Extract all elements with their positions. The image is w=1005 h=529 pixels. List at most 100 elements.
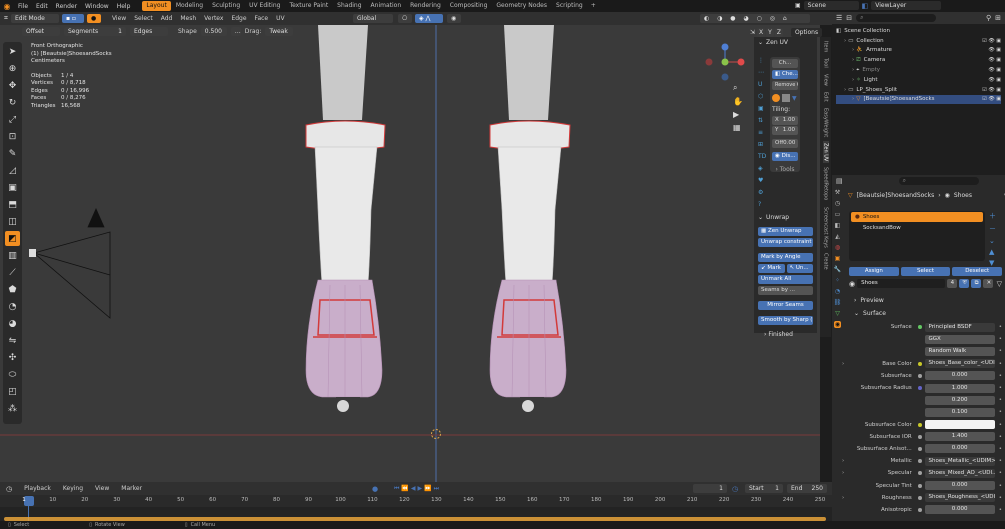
- property-value[interactable]: 0.200: [924, 395, 995, 405]
- material-users-count[interactable]: 4: [946, 279, 957, 288]
- physics-tab-icon[interactable]: ◔: [835, 288, 840, 295]
- expand-chevron-icon[interactable]: ›: [852, 57, 854, 63]
- animate-property-icon[interactable]: •: [999, 409, 1002, 415]
- animate-property-icon[interactable]: •: [999, 324, 1002, 330]
- socket-dot-icon[interactable]: [918, 410, 922, 414]
- socket-dot-icon[interactable]: [918, 398, 922, 402]
- poly-build-icon[interactable]: ⬟: [5, 282, 20, 297]
- animate-property-icon[interactable]: •: [999, 385, 1002, 391]
- play-icon[interactable]: ▶: [418, 485, 423, 492]
- zen-checker-icon[interactable]: ◈: [758, 165, 766, 172]
- animate-property-icon[interactable]: •: [999, 495, 1002, 501]
- smooth-icon[interactable]: ◕: [5, 316, 20, 331]
- visibility-icons[interactable]: 👁 ▣: [988, 47, 1001, 53]
- animate-property-icon[interactable]: •: [999, 397, 1002, 403]
- menu-render[interactable]: Render: [52, 3, 81, 10]
- expand-chevron-icon[interactable]: ›: [852, 96, 854, 102]
- seams-by-dropdown[interactable]: Seams by ...: [758, 286, 813, 295]
- editor-type-icon[interactable]: ⌗: [4, 14, 8, 23]
- jump-keyframe-forward-icon[interactable]: ⏩: [424, 485, 431, 492]
- zen-heart-icon[interactable]: ♥: [758, 177, 766, 184]
- zen-seam-icon[interactable]: ⋯: [758, 69, 766, 76]
- expand-chevron-icon[interactable]: ›: [852, 47, 854, 53]
- extrude-icon[interactable]: ⬒: [5, 197, 20, 212]
- socket-dot-icon[interactable]: [917, 495, 922, 500]
- select-mode-buttons[interactable]: ▪ ▫: [61, 14, 84, 23]
- mirror-seams-button[interactable]: Mirror Seams: [758, 301, 813, 310]
- socket-dot-icon[interactable]: [917, 361, 922, 366]
- viewport-menu-uv[interactable]: UV: [272, 15, 289, 22]
- workspace-tab-geometry-nodes[interactable]: Geometry Nodes: [492, 1, 551, 11]
- extra-tool-icon[interactable]: ⁂: [5, 401, 20, 416]
- edges-selector[interactable]: Edges: [130, 27, 168, 36]
- zen-align-icon[interactable]: ⇅: [758, 117, 766, 124]
- zen-help-icon[interactable]: ?: [758, 201, 766, 208]
- timeline-menu-view[interactable]: View: [91, 485, 113, 492]
- offset-selector[interactable]: Offset: [22, 27, 60, 36]
- tiling-x-field[interactable]: X 1.00: [772, 116, 798, 125]
- shrink-fatten-icon[interactable]: ✣: [5, 350, 20, 365]
- material-name-field[interactable]: Shoes: [857, 279, 945, 288]
- animate-property-icon[interactable]: •: [999, 434, 1002, 440]
- move-slot-down-icon[interactable]: ▼: [989, 259, 996, 267]
- workspace-tab-sculpting[interactable]: Sculpting: [208, 1, 244, 11]
- animate-property-icon[interactable]: •: [999, 507, 1002, 513]
- animate-property-icon[interactable]: •: [999, 336, 1002, 342]
- record-icon[interactable]: ●: [372, 485, 378, 493]
- property-value[interactable]: Shoes_Mixed_AO_<UDI...: [924, 468, 995, 478]
- mode-selector[interactable]: Edit Mode: [10, 14, 59, 23]
- unwrap-section-header[interactable]: ⌄ Unwrap: [758, 214, 789, 221]
- checker-grid-icon[interactable]: [782, 94, 790, 102]
- drag-selector[interactable]: Tweak: [265, 27, 294, 36]
- end-frame-field[interactable]: End 250: [787, 484, 827, 493]
- move-icon[interactable]: ✥: [5, 78, 20, 93]
- property-value[interactable]: Shoes_Roughness_<UDI...: [924, 493, 995, 503]
- properties-editor-icon[interactable]: ▤: [836, 177, 843, 185]
- cursor-select-icon[interactable]: ➤: [5, 44, 20, 59]
- surface-section-header[interactable]: ⌄ Surface: [854, 310, 886, 317]
- timeline-menu-playback[interactable]: Playback: [20, 485, 55, 492]
- spin-icon[interactable]: ◔: [5, 299, 20, 314]
- material-tab-icon[interactable]: ◉: [833, 321, 842, 328]
- zen-stack-icon[interactable]: ≡: [758, 129, 766, 136]
- socket-dot-icon[interactable]: [917, 459, 922, 464]
- current-frame-field[interactable]: 1: [693, 484, 727, 493]
- clock-icon[interactable]: ◷: [732, 485, 738, 493]
- orientation-selector[interactable]: Global: [353, 14, 393, 23]
- unwrap-constraint-button[interactable]: Unwrap constraint: [758, 238, 813, 247]
- remove-slot-icon[interactable]: －: [989, 224, 996, 234]
- expand-chevron-icon[interactable]: ›: [844, 38, 846, 44]
- property-value[interactable]: 0.000: [924, 444, 995, 454]
- property-value[interactable]: Shoes_Base_color_<UDI...: [924, 359, 995, 369]
- n-panel-tab-easyweight[interactable]: EasyWeight: [823, 106, 829, 139]
- scene-selector[interactable]: Scene: [803, 1, 859, 10]
- checker-button[interactable]: Ch...: [772, 59, 798, 68]
- add-slot-icon[interactable]: ＋: [989, 211, 996, 221]
- zen-mark-icon[interactable]: ⋮: [758, 57, 766, 64]
- socket-dot-icon[interactable]: [917, 422, 922, 427]
- animate-property-icon[interactable]: •: [999, 446, 1002, 452]
- workspace-tab-layout[interactable]: Layout: [142, 1, 171, 11]
- socket-dot-icon[interactable]: [917, 325, 922, 330]
- select-button[interactable]: Select: [900, 267, 951, 276]
- timeline-menu-keying[interactable]: Keying: [59, 485, 87, 492]
- outliner-row[interactable]: › ▭ Collection ☑ 👁 ▣: [836, 36, 1001, 46]
- tools-label[interactable]: › Tools: [772, 166, 798, 173]
- socket-dot-icon[interactable]: [917, 507, 922, 512]
- preview-section-header[interactable]: › Preview: [854, 297, 884, 304]
- remove-checker-button[interactable]: Remove C...: [772, 81, 798, 90]
- zoom-icon[interactable]: ⌕: [733, 83, 743, 93]
- workspace-tab-modeling[interactable]: Modeling: [172, 1, 207, 11]
- knife-icon[interactable]: ⟋: [5, 265, 20, 280]
- display-button[interactable]: ◉ Dis...: [772, 152, 798, 161]
- checker-color-swatch[interactable]: [772, 94, 780, 102]
- modifier-tab-icon[interactable]: 🔧: [834, 266, 841, 273]
- expand-chevron-icon[interactable]: ›: [844, 87, 846, 93]
- expand-icon[interactable]: ›: [842, 458, 850, 464]
- n-panel-tab-zen-uv[interactable]: Zen UV: [822, 140, 829, 164]
- outliner-search-field[interactable]: ⌕: [856, 14, 937, 22]
- filter-icon[interactable]: ▼: [792, 95, 797, 102]
- visibility-icons[interactable]: 👁 ▣: [988, 67, 1001, 73]
- viewport-menu-face[interactable]: Face: [251, 15, 273, 22]
- zen-texel-icon[interactable]: ⊞: [758, 141, 766, 148]
